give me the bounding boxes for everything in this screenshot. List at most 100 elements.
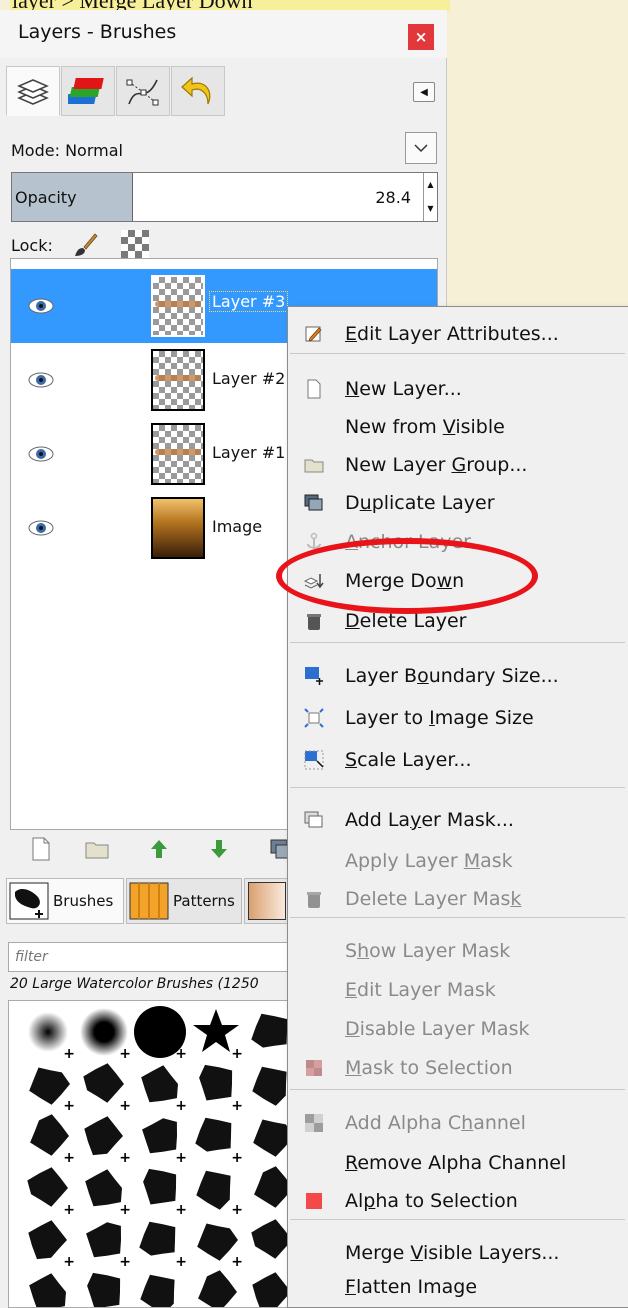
tab-paths[interactable] (116, 66, 170, 116)
menu-item[interactable]: Layer Boundary Size... (288, 657, 627, 695)
tab-undo-history[interactable] (171, 66, 225, 116)
menu-item-mnemonic: h (357, 940, 370, 962)
brush-thumbnail[interactable]: + (133, 1265, 187, 1307)
spin-down-icon[interactable]: ▼ (424, 197, 437, 221)
menu-item-label: Duplicate Layer (345, 492, 495, 514)
layer-to-image-size-icon (304, 708, 324, 728)
tab-gradients[interactable] (244, 878, 290, 924)
menu-item-label-post: plicate Layer (371, 492, 495, 514)
spin-up-icon[interactable]: ▲ (424, 173, 437, 197)
menu-item-label: Alpha to Selection (345, 1190, 518, 1212)
menu-item-label: Anchor Layer (345, 531, 471, 553)
tab-brushes[interactable]: Brushes (6, 878, 124, 924)
brush-thumbnail[interactable]: + (21, 1161, 75, 1217)
menu-item-label-post: n (452, 570, 465, 592)
menu-item-label-post: ask to Selection (361, 1057, 513, 1079)
menu-item[interactable]: Edit Layer Attributes... (288, 315, 627, 353)
mode-dropdown-button[interactable] (405, 132, 437, 164)
menu-item[interactable]: Duplicate Layer (288, 484, 627, 522)
brush-thumbnail[interactable]: + (189, 1265, 243, 1307)
lock-alpha-icon[interactable] (121, 230, 149, 258)
menu-item-mnemonic: N (345, 378, 360, 400)
menu-item[interactable]: Delete Layer (288, 602, 627, 640)
menu-item[interactable]: Scale Layer... (288, 741, 627, 779)
menu-item-label-pre: Add La (345, 809, 411, 831)
brush-thumbnail[interactable]: + (133, 1005, 187, 1061)
opacity-slider[interactable]: Opacity 28.4 ▲ ▼ (11, 172, 438, 222)
menu-item-mnemonic: F (345, 1276, 356, 1298)
brush-thumbnail[interactable]: + (21, 1005, 75, 1061)
layer-name[interactable]: Layer #3 (209, 291, 289, 312)
menu-item-label-post: undary Size... (428, 665, 559, 687)
menu-item-label: Flatten Image (345, 1276, 477, 1298)
menu-item-label-pre: New from (345, 416, 443, 438)
brush-thumbnail[interactable]: + (77, 1213, 131, 1269)
tab-channels[interactable] (61, 66, 115, 116)
menu-item[interactable]: Alpha to Selection (288, 1182, 627, 1220)
menu-item-label: Merge Visible Layers... (345, 1242, 559, 1264)
dock-menu-button[interactable]: ◀ (413, 82, 435, 102)
menu-item-label: New Layer Group... (345, 454, 527, 476)
brush-thumbnail[interactable]: + (189, 1161, 243, 1217)
menu-separator (290, 642, 625, 643)
brush-thumbnail[interactable]: + (77, 1265, 131, 1307)
menu-item-mnemonic: o (417, 665, 429, 687)
brush-thumbnail[interactable]: + (77, 1005, 131, 1061)
brush-thumbnail[interactable]: + (133, 1109, 187, 1165)
menu-item[interactable]: New Layer Group... (288, 446, 627, 484)
menu-item[interactable]: Merge Down (288, 562, 627, 600)
brush-thumbnail[interactable]: + (77, 1109, 131, 1165)
menu-item[interactable]: Merge Visible Layers... (288, 1234, 627, 1272)
brush-thumbnail[interactable]: + (189, 1057, 243, 1113)
brush-thumbnail[interactable]: + (189, 1213, 243, 1269)
brush-thumbnail[interactable]: + (133, 1161, 187, 1217)
visibility-eye-icon[interactable] (27, 294, 55, 318)
opacity-spinner[interactable]: ▲ ▼ (423, 173, 437, 221)
layer-name[interactable]: Layer #2 (212, 369, 285, 388)
tab-patterns[interactable]: Patterns (126, 878, 242, 924)
menu-item: Add Alpha Channel (288, 1104, 627, 1142)
brush-thumbnail[interactable]: + (21, 1057, 75, 1113)
menu-item-label-pre: D (345, 492, 360, 514)
brush-thumbnail[interactable]: + (189, 1109, 243, 1165)
menu-separator (290, 1089, 625, 1090)
menu-item[interactable]: Flatten Image (288, 1268, 627, 1306)
new-layer-group-icon[interactable] (84, 836, 110, 862)
menu-item-label-pre: Delete Layer Mas (345, 888, 511, 910)
menu-separator (290, 917, 625, 918)
close-button[interactable]: × (408, 24, 434, 50)
brush-thumbnail[interactable]: + (133, 1057, 187, 1113)
visibility-eye-icon[interactable] (27, 368, 55, 392)
menu-item-label: New from Visible (345, 416, 505, 438)
raise-layer-icon[interactable] (146, 836, 172, 862)
menu-item: Mask to Selection (288, 1049, 627, 1087)
brush-thumbnail[interactable]: + (133, 1213, 187, 1269)
tab-layers[interactable] (6, 66, 60, 116)
lock-pixels-brush-icon[interactable] (71, 230, 99, 258)
brushes-tab-icon (9, 882, 49, 920)
menu-item-label-post: emove Alpha Channel (357, 1152, 567, 1174)
brush-thumbnail[interactable]: + (21, 1213, 75, 1269)
menu-item[interactable]: New from Visible (288, 408, 627, 446)
brush-thumbnail[interactable]: + (21, 1109, 75, 1165)
brush-thumbnail[interactable]: + (21, 1265, 75, 1307)
layer-name[interactable]: Image (212, 517, 262, 536)
layer-thumbnail-content (155, 449, 201, 455)
menu-item-label-post: er Mask... (421, 809, 514, 831)
menu-item[interactable]: Layer to Image Size (288, 699, 627, 737)
add-layer-mask-icon (304, 810, 324, 830)
menu-item[interactable]: New Layer... (288, 370, 627, 408)
channels-tab-icon (68, 78, 104, 104)
menu-item-label-post: elete Layer (359, 610, 467, 632)
menu-item[interactable]: Remove Alpha Channel (288, 1144, 627, 1182)
lower-layer-icon[interactable] (206, 836, 232, 862)
visibility-eye-icon[interactable] (27, 516, 55, 540)
brush-thumbnail[interactable]: + (77, 1057, 131, 1113)
visibility-eye-icon[interactable] (27, 442, 55, 466)
delete-layer-icon (304, 611, 324, 631)
new-layer-icon[interactable] (28, 836, 54, 862)
brush-thumbnail[interactable]: + (77, 1161, 131, 1217)
brush-thumbnail[interactable]: + (189, 1005, 243, 1061)
layer-name[interactable]: Layer #1 (212, 443, 285, 462)
menu-item[interactable]: Add Layer Mask... (288, 801, 627, 839)
